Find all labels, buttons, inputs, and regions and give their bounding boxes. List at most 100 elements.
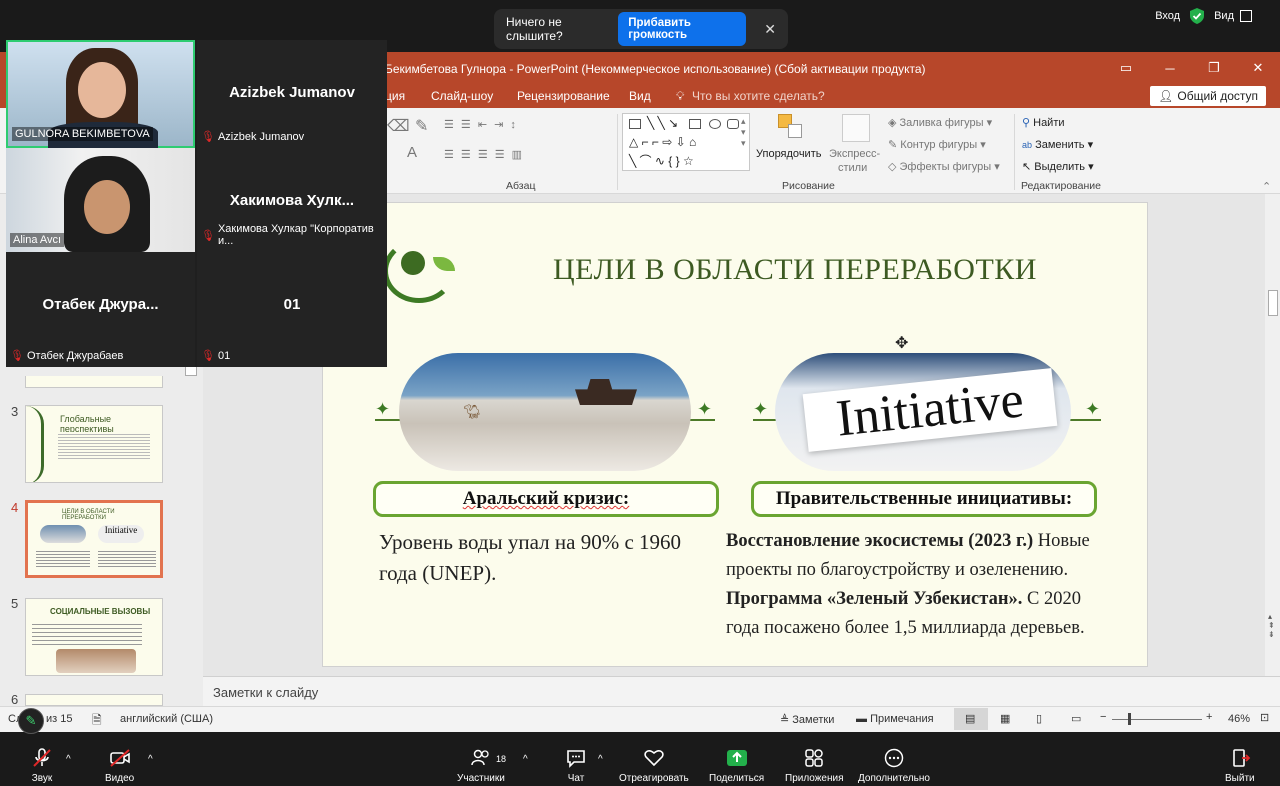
spellcheck-icon[interactable]: 🗎 [92, 711, 102, 732]
notes-pane[interactable]: Заметки к слайду [203, 676, 1280, 706]
notes-placeholder[interactable]: Заметки к слайду [213, 685, 318, 700]
aral-crisis-label: Аральский кризис: [462, 488, 630, 509]
right-label-box: Правительственные инициативы: [751, 481, 1097, 517]
zoom-out-icon[interactable]: − [1100, 711, 1106, 723]
shape-outline-button[interactable]: ✎ Контур фигуры ▾ [888, 138, 986, 151]
slide-title: ЦЕЛИ В ОБЛАСТИ ПЕРЕРАБОТКИ [553, 253, 1037, 286]
chat-icon [567, 750, 585, 768]
leave-button[interactable]: Выйти [1225, 748, 1255, 784]
quick-styles-icon[interactable] [842, 114, 870, 142]
video-tile-alina[interactable]: Alina Avcı [6, 148, 195, 252]
vertical-scrollbar[interactable]: ▴ ⇞ ⇟ [1265, 194, 1280, 676]
thumbnail-slide-3[interactable]: Глобальные перспективы [25, 405, 163, 483]
more-button[interactable]: Дополнительно [858, 748, 930, 784]
move-cursor-icon: ✥ [895, 335, 909, 352]
quick-styles-label-1[interactable]: Экспресс- [829, 148, 880, 160]
shape-fill-button[interactable]: ◈ Заливка фигуры ▾ [888, 116, 992, 129]
mic-muted-icon: 🎙︎ [201, 131, 215, 143]
zoom-slider-thumb[interactable] [1128, 713, 1131, 725]
arrange-button[interactable]: Упорядочить [756, 148, 821, 160]
close-window-icon[interactable]: ✕ [1236, 52, 1280, 84]
thumbnail-slide-4-selected[interactable]: ЦЕЛИ В ОБЛАСТИ ПЕРЕРАБОТКИ Initiative [25, 500, 163, 578]
aral-crisis-text: Уровень воды упал на 90% с 1960 года (UN… [379, 530, 682, 585]
chat-button[interactable]: Чат [565, 748, 587, 784]
leave-label: Выйти [1225, 773, 1255, 784]
slide-sorter-icon[interactable]: ▦ [1000, 712, 1010, 725]
replace-button[interactable]: ab Заменить ▾ [1022, 138, 1093, 151]
more-icon [884, 748, 904, 768]
video-tile-azizbek[interactable]: Azizbek Jumanov 🎙︎ Azizbek Jumanov [197, 40, 387, 148]
collapse-ribbon-icon[interactable]: ⌃ [1262, 180, 1271, 193]
audio-options-chevron[interactable]: ^ [66, 754, 71, 765]
language-indicator[interactable]: английский (США) [120, 713, 213, 725]
minimize-icon[interactable]: ─ [1148, 52, 1192, 84]
arrange-icon[interactable] [778, 114, 804, 140]
participants-icon [471, 749, 489, 766]
person-icon: 👤︎ [1158, 89, 1174, 103]
view-grid-icon[interactable] [1240, 10, 1252, 22]
mic-muted-icon: 🎙︎ [10, 350, 24, 362]
chat-chevron[interactable]: ^ [598, 754, 603, 765]
share-screen-button[interactable]: Поделиться [709, 748, 764, 784]
gov-initiatives-text: Восстановление экосистемы (2023 г.) Новы… [726, 531, 1090, 638]
clear-format-icon[interactable]: ⌫ [387, 116, 410, 136]
tab-review[interactable]: Рецензирование [517, 89, 610, 103]
video-tile-khakimova[interactable]: Хакимова Хулк... 🎙︎ Хакимова Хулкар "Корп… [197, 148, 387, 252]
restore-icon[interactable]: ❐ [1192, 52, 1236, 84]
ship-shape [575, 379, 637, 405]
current-slide[interactable]: ЦЕЛИ В ОБЛАСТИ ПЕРЕРАБОТКИ ✦ ✦ 🐪︎ ✦ ✦ In… [322, 202, 1148, 667]
notes-toggle[interactable]: ≜ Заметки [780, 713, 834, 726]
gallery-scroll-icon[interactable]: ▴ ▾ ▾ [741, 116, 746, 149]
audio-notice-text: Ничего не слышите? [506, 15, 563, 43]
aral-sea-photo: 🐪︎ [399, 353, 691, 471]
close-notice-icon[interactable]: ✕ [764, 21, 776, 38]
login-button[interactable]: Вход [1155, 10, 1180, 22]
security-shield-icon[interactable] [1190, 8, 1205, 24]
annotate-pen-icon[interactable]: ✎ [18, 708, 44, 734]
share-button[interactable]: 👤︎ Общий доступ [1150, 86, 1266, 106]
reading-view-icon[interactable]: ▯ [1036, 712, 1042, 725]
apps-button[interactable]: Приложения [785, 748, 844, 784]
tab-slideshow[interactable]: Слайд-шоу [431, 89, 493, 103]
increase-volume-button[interactable]: Прибавить громкость [618, 12, 747, 46]
font-color-icon[interactable]: A [407, 144, 417, 161]
chat-label: Чат [567, 773, 585, 784]
comments-toggle[interactable]: ▬ Примечания [856, 713, 934, 725]
leave-icon [1232, 749, 1251, 767]
zoom-in-icon[interactable]: + [1206, 711, 1212, 723]
tile-name: GULNORA BEKIMBETOVA [12, 127, 153, 141]
zoom-level[interactable]: 46% [1228, 713, 1250, 725]
mic-muted-icon: 🎙︎ [201, 350, 215, 362]
react-button[interactable]: Отреагировать [619, 748, 689, 784]
format-painter-icon[interactable]: ✎ [415, 116, 428, 136]
video-tile-otabek[interactable]: Отабек Джура... 🎙︎ Отабек Джурабаев [6, 252, 195, 367]
align-tools-row[interactable]: ☰ ☰ ☰ ☰ ▥ [444, 148, 524, 161]
slideshow-icon[interactable]: ▭ [1071, 712, 1081, 725]
tab-view[interactable]: Вид [629, 89, 651, 103]
participants-count: 18 [496, 754, 507, 764]
video-button[interactable]: Видео [105, 748, 134, 784]
ribbon-display-icon[interactable]: ▭ [1104, 52, 1148, 84]
tab-animation[interactable]: ция [385, 89, 405, 103]
thumbnail-slide-6[interactable] [25, 694, 163, 706]
thumbnail-slide-5[interactable]: СОЦИАЛЬНЫЕ ВЫЗОВЫ [25, 598, 163, 676]
quick-styles-label-2[interactable]: стили [838, 162, 867, 174]
audio-button[interactable]: Звук [31, 748, 53, 784]
scroll-thumb[interactable] [1268, 290, 1278, 316]
view-button[interactable]: Вид [1214, 10, 1234, 22]
tell-me-search[interactable]: Что вы хотите сделать? [692, 89, 825, 103]
video-tile-gulnora[interactable]: GULNORA BEKIMBETOVA [6, 40, 195, 148]
thumbnail-slide-2[interactable] [25, 376, 163, 388]
find-button[interactable]: ⚲ Найти [1022, 116, 1065, 129]
zoom-slider[interactable] [1112, 719, 1202, 720]
paragraph-tools-row1[interactable]: ☰ ☰ ⇤ ⇥ ↕ [444, 118, 518, 131]
fit-slide-icon[interactable]: ⊡ [1260, 711, 1269, 724]
prev-slide-icon[interactable]: ▴ ⇞ ⇟ [1268, 612, 1275, 639]
participants-chevron[interactable]: ^ [523, 754, 528, 765]
video-options-chevron[interactable]: ^ [148, 754, 153, 765]
shape-effects-button[interactable]: ◇ Эффекты фигуры ▾ [888, 160, 1000, 173]
shapes-gallery[interactable]: ╲ ╲ ↘ △ ⌐ ⌐ ⇨ ⇩ ⌂ ╲ ⌒ ∿ { } ☆ [622, 113, 750, 171]
video-tile-01[interactable]: 01 🎙︎ 01 [197, 252, 387, 367]
thumb-number: 5 [11, 596, 19, 611]
select-button[interactable]: ↖ Выделить ▾ [1022, 160, 1094, 173]
